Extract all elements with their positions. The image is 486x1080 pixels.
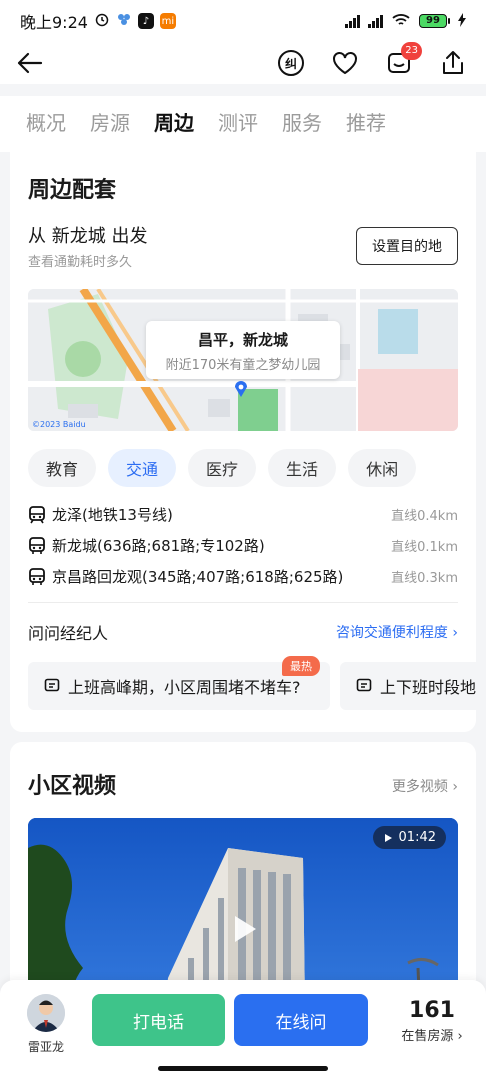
subway-icon (28, 505, 50, 524)
bus-icon (28, 567, 50, 586)
more-videos-link[interactable]: 更多视频 › (392, 776, 458, 796)
section-tabs: 概况 房源 周边 测评 服务 推荐 (0, 96, 486, 152)
question-card[interactable]: 上下班时段地 (340, 662, 476, 710)
hot-badge: 最热 (282, 656, 320, 676)
ask-transport-link-label: 咨询交通便利程度 (335, 625, 448, 641)
transit-name: 京昌路回龙观(345路;407路;618路;625路) (52, 568, 344, 586)
transit-list: 龙泽(地铁13号线) 直线0.4km 新龙城(636路;681路;专102路) … (28, 499, 458, 592)
surroundings-title: 周边配套 (28, 178, 117, 203)
correction-icon: 纠 (278, 50, 304, 76)
back-arrow-icon (17, 52, 43, 74)
alarm-icon (94, 11, 110, 31)
transit-distance: 直线0.4km (391, 509, 458, 524)
agent-name: 雷亚龙 (27, 1040, 64, 1054)
app-notification-icon (116, 11, 132, 31)
message-badge: 23 (401, 42, 422, 60)
listings-count-label: 在售房源 (401, 1029, 454, 1044)
status-time: 晚上9:24 (20, 13, 88, 32)
charging-icon (458, 12, 466, 30)
chevron-right-icon: › (457, 1029, 463, 1044)
tab-listings[interactable]: 房源 (90, 107, 130, 142)
favorite-button[interactable] (330, 48, 360, 78)
chip-education[interactable]: 教育 (28, 449, 97, 487)
agent-avatar-icon (27, 994, 65, 1032)
bottom-action-bar: 雷亚龙 打电话 在线问 161 在售房源 › (0, 980, 486, 1080)
ask-transport-link[interactable]: 咨询交通便利程度 › (336, 622, 458, 642)
avatar (27, 994, 65, 1032)
online-chat-button[interactable]: 在线问 (234, 994, 368, 1046)
transit-item[interactable]: 京昌路回龙观(345路;407路;618路;625路) 直线0.3km (28, 561, 458, 592)
transit-item[interactable]: 龙泽(地铁13号线) 直线0.4km (28, 499, 458, 530)
svg-text:纠: 纠 (285, 57, 297, 71)
transit-distance: 直线0.1km (391, 540, 458, 555)
share-button[interactable] (438, 48, 468, 78)
tab-recommend[interactable]: 推荐 (346, 107, 386, 142)
home-indicator[interactable] (158, 1066, 328, 1071)
tiktok-icon: ♪ (137, 13, 154, 29)
top-bar: 纠 23 (0, 42, 486, 84)
video-section-title: 小区视频 (28, 774, 117, 799)
question-text: 上班高峰期，小区周围堵不堵车? (68, 678, 301, 697)
signal-2-icon (368, 14, 383, 28)
chip-leisure[interactable]: 休闲 (348, 449, 417, 487)
question-text: 上下班时段地 (380, 678, 476, 697)
map-preview[interactable]: 昌平，新龙城 附近170米有童之梦幼儿园 ©2023 Baidu (28, 289, 458, 431)
video-duration-badge: 01:42 (372, 826, 446, 849)
chevron-right-icon: › (452, 779, 458, 795)
wifi-icon (391, 12, 411, 31)
signal-1-icon (345, 14, 360, 28)
play-small-icon (384, 833, 392, 842)
transit-distance: 直线0.3km (391, 571, 458, 586)
ask-agent-title: 问问经纪人 (28, 624, 109, 643)
ask-agent-row: 问问经纪人 咨询交通便利程度 › (28, 620, 458, 644)
set-destination-button[interactable]: 设置目的地 (356, 227, 458, 265)
bus-icon (28, 536, 50, 555)
chip-medical[interactable]: 医疗 (188, 449, 257, 487)
more-videos-label: 更多视频 (391, 779, 448, 795)
listings-count-number: 161 (409, 998, 455, 1023)
transit-name: 新龙城(636路;681路;专102路) (52, 537, 265, 555)
commute-hint: 查看通勤耗时多久 (28, 255, 133, 270)
from-location: 从 新龙城 出发 (28, 226, 148, 247)
play-icon[interactable] (232, 914, 258, 944)
mi-icon: mi (159, 13, 176, 29)
chat-bubble-icon (44, 678, 60, 694)
map-info-bubble: 昌平，新龙城 附近170米有童之梦幼儿园 (146, 321, 340, 379)
divider (28, 602, 458, 603)
tab-overview[interactable]: 概况 (26, 107, 66, 142)
share-icon (443, 51, 463, 74)
battery-level: 99 (419, 14, 447, 28)
location-pin-icon (235, 381, 247, 397)
chat-bubble-icon (356, 678, 372, 694)
back-button[interactable] (14, 48, 44, 78)
tab-services[interactable]: 服务 (282, 107, 322, 142)
status-bar: 晚上9:24 ♪ mi 99 (0, 0, 486, 42)
agent-profile[interactable]: 雷亚龙 (24, 994, 68, 1055)
map-watermark: ©2023 Baidu (32, 420, 86, 429)
map-bubble-title: 昌平，新龙城 (197, 331, 288, 349)
battery-icon: 99 (419, 14, 450, 28)
video-duration: 01:42 (398, 830, 436, 845)
transit-name: 龙泽(地铁13号线) (52, 506, 173, 524)
map-bubble-subtitle: 附近170米有童之梦幼儿园 (165, 358, 321, 373)
chevron-right-icon: › (452, 625, 458, 641)
question-cards: 上班高峰期，小区周围堵不堵车? 上下班时段地 (28, 662, 476, 710)
call-button[interactable]: 打电话 (92, 994, 225, 1046)
category-chips: 教育 交通 医疗 生活 休闲 (28, 449, 417, 487)
correction-button[interactable]: 纠 (276, 48, 306, 78)
heart-icon (333, 52, 357, 75)
tab-surroundings[interactable]: 周边 (154, 107, 194, 144)
transit-item[interactable]: 新龙城(636路;681路;专102路) 直线0.1km (28, 530, 458, 561)
surroundings-card: 周边配套 从 新龙城 出发 查看通勤耗时多久 设置目的地 昌平，新龙城 附近17… (10, 152, 476, 732)
listings-count[interactable]: 161 在售房源 › (392, 998, 472, 1044)
message-button[interactable]: 23 (384, 42, 422, 78)
chip-transport[interactable]: 交通 (108, 449, 177, 487)
tab-reviews[interactable]: 测评 (218, 107, 258, 142)
chip-life[interactable]: 生活 (268, 449, 337, 487)
